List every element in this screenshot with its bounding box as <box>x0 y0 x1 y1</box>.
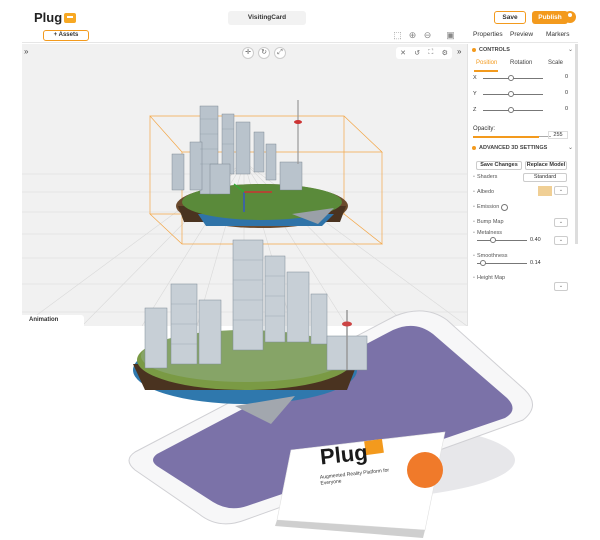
axis-x-label: X <box>473 75 477 81</box>
zoom-out-icon[interactable]: ⊖ <box>422 30 433 41</box>
z-value[interactable]: 0 <box>548 106 568 114</box>
document-title[interactable]: VisitingCard <box>228 11 306 25</box>
y-slider-knob[interactable] <box>508 91 514 97</box>
tab-rotation[interactable]: Rotation <box>510 60 532 66</box>
y-value[interactable]: 0 <box>548 90 568 98</box>
albedo-label: Albedo <box>473 189 494 195</box>
controls-heading-text: CONTROLS <box>479 47 510 53</box>
settings-gear-icon[interactable]: ⚙ <box>442 49 448 57</box>
shaders-label: Shaders <box>473 174 498 180</box>
fit-view-icon[interactable]: ⬚ <box>392 30 403 41</box>
card-brand-text: Plug <box>318 439 369 470</box>
phone-ar-graphic <box>128 239 533 538</box>
scale-tool-icon[interactable]: ⤢ <box>274 47 286 59</box>
chevron-down-icon[interactable]: ⌄ <box>568 46 573 53</box>
opacity-value[interactable]: 255 <box>548 131 568 139</box>
emission-toggle[interactable] <box>501 204 508 211</box>
publish-button[interactable]: Publish <box>532 11 568 24</box>
x-value[interactable]: 0 <box>548 74 568 82</box>
section-dot-icon <box>472 146 476 150</box>
albedo-color-swatch[interactable] <box>538 186 552 196</box>
panel-scrollbar[interactable] <box>575 44 578 244</box>
assets-button[interactable]: + Assets <box>43 30 89 41</box>
user-avatar-icon[interactable] <box>564 11 576 23</box>
save-button[interactable]: Save <box>494 11 526 24</box>
save-changes-button[interactable]: Save Changes <box>476 161 522 170</box>
move-tool-icon[interactable]: ✛ <box>242 47 254 59</box>
z-slider-knob[interactable] <box>508 107 514 113</box>
replace-model-button[interactable]: Replace Model <box>525 161 567 170</box>
active-tab-indicator <box>474 70 498 72</box>
expand-right-icon[interactable]: » <box>457 47 461 56</box>
app-logo[interactable]: Plug <box>34 10 77 25</box>
top-bar: Plug VisitingCard Save Publish <box>22 8 578 28</box>
animation-label: Animation <box>29 317 59 323</box>
tab-preview[interactable]: Preview <box>510 31 533 38</box>
axis-y-label: Y <box>473 91 477 97</box>
albedo-texture-select[interactable]: ⌄ <box>554 186 568 195</box>
axis-z-label: Z <box>473 107 477 113</box>
zoom-in-icon[interactable]: ⊕ <box>407 30 418 41</box>
opacity-label: Opacity: <box>473 126 496 132</box>
rotate-tool-icon[interactable]: ↻ <box>258 47 270 59</box>
image-icon[interactable]: ▣ <box>445 30 456 41</box>
emission-label: Emission <box>473 204 499 210</box>
reset-icon[interactable]: ↺ <box>414 49 420 57</box>
delete-icon[interactable]: ✕ <box>400 49 406 57</box>
tab-markers[interactable]: Markers <box>546 31 569 38</box>
animation-tab[interactable]: Animation <box>22 315 84 326</box>
logo-text: Plug <box>34 10 63 25</box>
viewport-toolbar: ✕ ↺ ⛶ ⚙ <box>396 47 452 59</box>
logo-icon <box>64 12 77 23</box>
advanced-heading[interactable]: ADVANCED 3D SETTINGS <box>472 145 547 151</box>
expand-left-icon[interactable]: » <box>24 47 28 56</box>
tab-scale[interactable]: Scale <box>548 60 563 66</box>
advanced-heading-text: ADVANCED 3D SETTINGS <box>479 145 548 151</box>
shaders-select[interactable]: Standard <box>523 173 567 182</box>
opacity-slider-fill[interactable] <box>473 136 539 138</box>
tab-properties[interactable]: Properties <box>473 31 503 38</box>
chevron-down-icon[interactable]: ⌄ <box>568 144 573 151</box>
sub-toolbar: + Assets ⬚ ⊕ ⊖ ▣ Properties Preview Mark… <box>22 29 578 43</box>
fullscreen-icon[interactable]: ⛶ <box>428 49 433 57</box>
app-root: Plug VisitingCard Save Publish + Assets … <box>0 0 600 540</box>
x-slider-knob[interactable] <box>508 75 514 81</box>
controls-heading[interactable]: CONTROLS <box>472 47 510 53</box>
section-dot-icon <box>472 48 476 52</box>
hero-illustration: Plug Augmented Reality Platform for Ever… <box>95 220 580 540</box>
tab-position[interactable]: Position <box>476 60 497 66</box>
